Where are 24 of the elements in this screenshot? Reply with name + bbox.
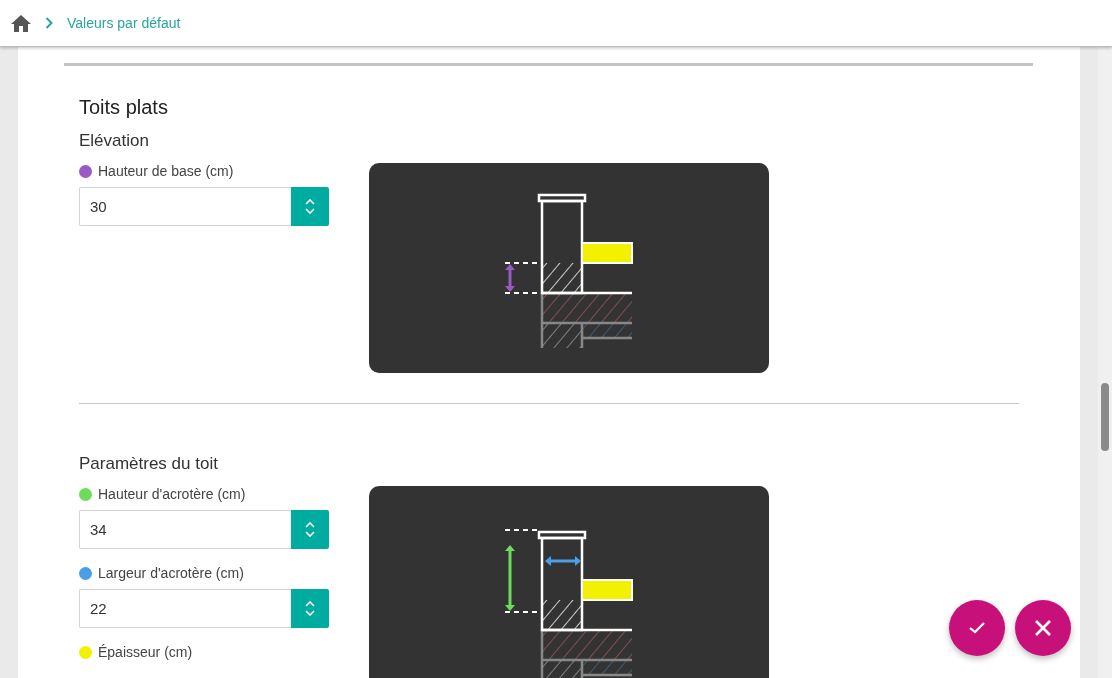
field-label: Hauteur de base (cm): [98, 163, 234, 179]
number-input[interactable]: 22: [79, 589, 291, 628]
stepper-button[interactable]: [291, 589, 329, 628]
chevron-down-icon: [305, 610, 315, 616]
stepper-button[interactable]: [291, 187, 329, 226]
number-input[interactable]: 34: [79, 510, 291, 549]
chevron-up-icon: [305, 522, 315, 528]
field-label: Largeur d'acrotère (cm): [98, 565, 244, 581]
close-icon: [1035, 620, 1051, 636]
chevron-up-icon: [305, 199, 315, 205]
section-heading: Paramètres du toit: [79, 454, 219, 474]
chevron-right-icon: [45, 17, 53, 29]
number-input[interactable]: 30: [79, 187, 291, 226]
field-label: Épaisseur (cm): [98, 644, 193, 660]
home-icon[interactable]: [11, 14, 31, 32]
stepper-button[interactable]: [291, 510, 329, 549]
chevron-down-icon: [305, 531, 315, 537]
chevron-up-icon: [305, 601, 315, 607]
chevron-down-icon: [305, 208, 315, 214]
field-label: Hauteur d'acrotère (cm): [98, 486, 246, 502]
scrollbar[interactable]: [1098, 47, 1112, 678]
section-heading: Elévation: [79, 131, 150, 151]
check-icon: [969, 622, 985, 634]
page-title: Toits plats: [79, 96, 169, 119]
